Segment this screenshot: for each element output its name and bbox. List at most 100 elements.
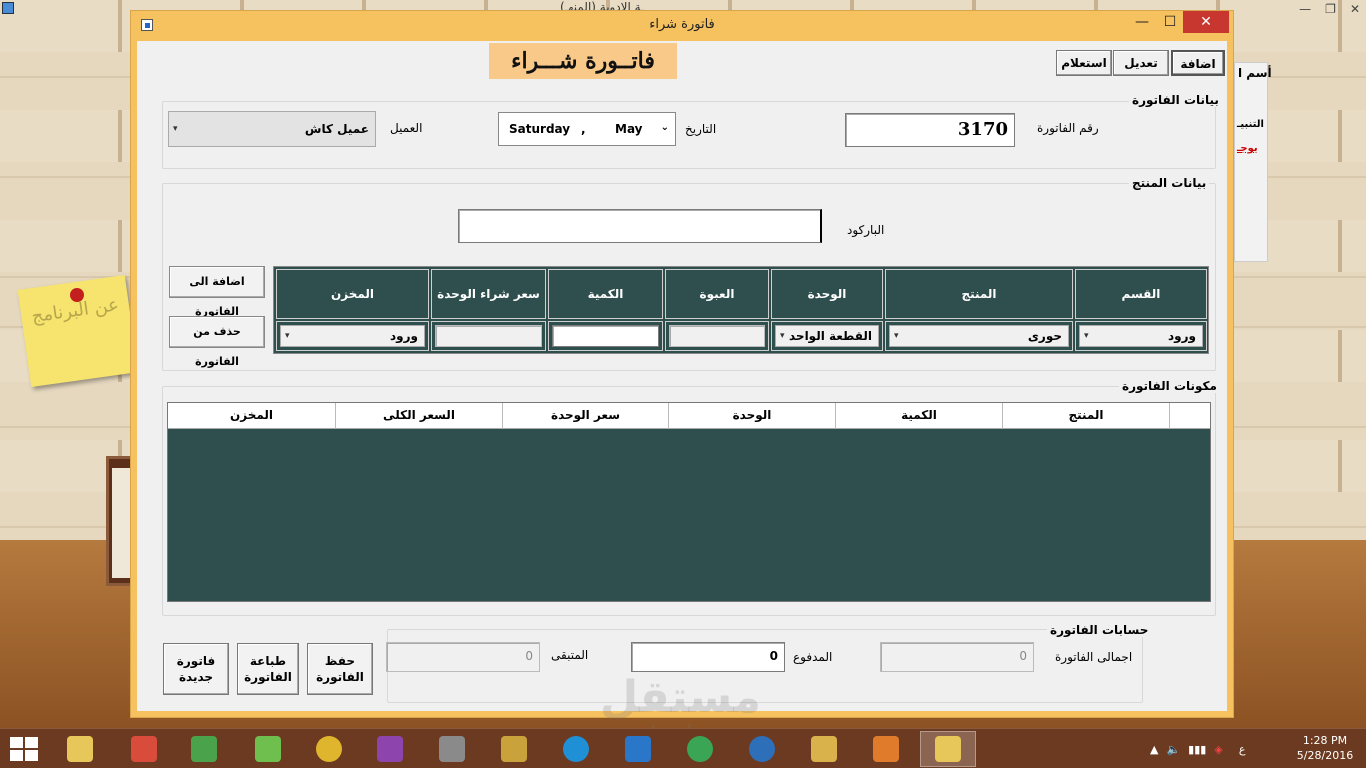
taskbar-app-infinity[interactable] bbox=[424, 731, 480, 767]
window-titlebar[interactable]: فاتورة شراء — ☐ ✕ bbox=[131, 11, 1233, 39]
watermark-logo: مستقل bbox=[600, 672, 761, 723]
tab-add[interactable]: اضافة bbox=[1171, 50, 1225, 76]
taskbar-app-paint[interactable] bbox=[52, 731, 108, 767]
barcode-input[interactable] bbox=[458, 209, 822, 243]
taskbar-app-invoice[interactable] bbox=[920, 731, 976, 767]
remote-desktop-icon bbox=[811, 736, 837, 762]
windows-start-icon[interactable] bbox=[10, 737, 40, 761]
invoice-totals-group-label: حسابات الفاتورة bbox=[1047, 623, 1152, 637]
paid-label: المدفوع bbox=[793, 650, 833, 664]
header-package: العبوة bbox=[665, 269, 769, 319]
taskbar-app-idm[interactable] bbox=[734, 731, 790, 767]
invoice-items-table[interactable]: المنتج الكمية الوحدة سعر الوحدة السعر ال… bbox=[167, 402, 1211, 602]
column-header[interactable]: الكمية bbox=[835, 403, 1002, 429]
taskbar-app-visual-studio[interactable] bbox=[362, 731, 418, 767]
chevron-down-icon: ▾ bbox=[173, 124, 178, 134]
language-indicator[interactable]: ع bbox=[1239, 743, 1246, 756]
signal-icon[interactable]: ▮▮▮ bbox=[1188, 743, 1206, 756]
window-client-area: فاتــورة شـــراء اضافة تعديل استعلام بيا… bbox=[137, 41, 1227, 711]
tab-query[interactable]: استعلام bbox=[1056, 50, 1112, 76]
page-title: فاتــورة شـــراء bbox=[489, 43, 677, 79]
taskbar-app-bag[interactable] bbox=[610, 731, 666, 767]
column-header[interactable]: المنتج bbox=[1002, 403, 1169, 429]
category-value: ورود bbox=[1168, 329, 1196, 343]
product-select[interactable]: ▾ حورى bbox=[889, 325, 1069, 347]
clock-time: 1:28 PM bbox=[1302, 734, 1348, 747]
header-purchase-price: سعر شراء الوحدة bbox=[431, 269, 546, 319]
chrome-icon bbox=[316, 736, 342, 762]
column-header[interactable]: السعر الكلى bbox=[335, 403, 502, 429]
taskbar-app-library[interactable] bbox=[240, 731, 296, 767]
package-cell bbox=[665, 321, 769, 351]
download-icon bbox=[191, 736, 217, 762]
date-day: Saturday bbox=[509, 122, 571, 136]
taskbar-app-skype[interactable] bbox=[548, 731, 604, 767]
store-value: ورود bbox=[390, 329, 418, 343]
taskbar-app-explorer[interactable] bbox=[858, 731, 914, 767]
header-store: المخزن bbox=[276, 269, 429, 319]
barcode-label: الباركود bbox=[847, 223, 885, 237]
column-header[interactable]: الوحدة bbox=[668, 403, 835, 429]
folder-icon bbox=[873, 736, 899, 762]
category-select[interactable]: ▾ ورود bbox=[1079, 325, 1203, 347]
total-field: 0 bbox=[880, 642, 1034, 672]
taskbar-app-tools[interactable] bbox=[486, 731, 542, 767]
taskbar-app-remote[interactable] bbox=[796, 731, 852, 767]
purchase-invoice-window: فاتورة شراء — ☐ ✕ فاتــورة شـــراء اضافة… bbox=[130, 10, 1234, 718]
invoice-items-group-label: مكونات الفاتورة bbox=[1119, 379, 1220, 393]
chevron-down-icon[interactable]: ⌄ bbox=[661, 122, 669, 133]
visual-studio-icon bbox=[377, 736, 403, 762]
remaining-label: المتبقى bbox=[551, 648, 589, 662]
chevron-down-icon: ▾ bbox=[285, 331, 290, 341]
new-invoice-button[interactable]: فاتورة جديدة bbox=[163, 643, 229, 695]
invoice-data-group-label: بيانات الفاتورة bbox=[1129, 93, 1222, 107]
date-picker[interactable]: Saturday , May ⌄ bbox=[498, 112, 676, 146]
package-field bbox=[669, 325, 765, 347]
window-title: فاتورة شراء bbox=[649, 17, 715, 32]
taskbar-app-download[interactable] bbox=[176, 731, 232, 767]
category-cell: ▾ ورود bbox=[1075, 321, 1207, 351]
app-icon bbox=[2, 2, 14, 14]
store-select[interactable]: ▾ ورود bbox=[280, 325, 425, 347]
invoice-number-field[interactable]: 3170 bbox=[845, 113, 1015, 147]
taskbar-app-office[interactable] bbox=[116, 731, 172, 767]
pin-icon bbox=[70, 288, 84, 302]
save-invoice-button[interactable]: حفظ الفاتورة bbox=[307, 643, 373, 695]
taskbar-app-chrome[interactable] bbox=[301, 731, 357, 767]
system-tray: ▲ 🔈 ▮▮▮ ◈ ع bbox=[1150, 729, 1245, 768]
chevron-down-icon: ▾ bbox=[780, 331, 785, 341]
invoice-items-header: المنتج الكمية الوحدة سعر الوحدة السعر ال… bbox=[168, 403, 1210, 429]
add-to-invoice-button[interactable]: اضافة الى الفاتورة bbox=[169, 266, 265, 318]
taskbar: ▲ 🔈 ▮▮▮ ◈ ع 1:28 PM 5/28/2016 bbox=[0, 728, 1366, 768]
taskbar-app-teamviewer[interactable] bbox=[672, 731, 728, 767]
tools-icon bbox=[501, 736, 527, 762]
notification-icon[interactable]: ◈ bbox=[1214, 743, 1222, 756]
unit-cell: ▾ القطعة الواحد bbox=[771, 321, 883, 351]
quantity-input[interactable] bbox=[552, 325, 659, 347]
volume-icon[interactable]: 🔈 bbox=[1166, 743, 1180, 756]
header-product: المنتج bbox=[885, 269, 1073, 319]
product-data-group-label: بيانات المنتج bbox=[1129, 176, 1210, 190]
customer-value: عميل كاش bbox=[304, 122, 369, 136]
date-separator: , bbox=[581, 122, 586, 136]
maximize-button[interactable]: ☐ bbox=[1157, 11, 1183, 33]
column-header[interactable]: المخزن bbox=[168, 403, 335, 429]
background-window-controls[interactable]: — ❐ ✕ bbox=[1299, 2, 1360, 16]
office-icon bbox=[131, 736, 157, 762]
background-panel-link[interactable]: يوجـ bbox=[1237, 143, 1258, 154]
background-panel-text: التنبيـ bbox=[1237, 119, 1264, 130]
tab-edit[interactable]: تعديل bbox=[1113, 50, 1169, 76]
customer-select[interactable]: ▾ عميل كاش bbox=[168, 111, 376, 147]
unit-select[interactable]: ▾ القطعة الواحد bbox=[775, 325, 879, 347]
clock[interactable]: 1:28 PM 5/28/2016 bbox=[1290, 733, 1360, 763]
print-invoice-button[interactable]: طباعة الفاتورة bbox=[237, 643, 299, 695]
close-button[interactable]: ✕ bbox=[1183, 11, 1229, 33]
paid-input[interactable]: 0 bbox=[631, 642, 785, 672]
clock-date: 5/28/2016 bbox=[1296, 749, 1354, 762]
header-unit: الوحدة bbox=[771, 269, 883, 319]
delete-from-invoice-button[interactable]: حذف من الفاتورة bbox=[169, 316, 265, 368]
minimize-button[interactable]: — bbox=[1129, 11, 1155, 33]
column-header[interactable]: سعر الوحدة bbox=[502, 403, 668, 429]
invoice-number-label: رقم الفاتورة bbox=[1037, 121, 1099, 135]
show-hidden-icons-icon[interactable]: ▲ bbox=[1150, 743, 1158, 756]
